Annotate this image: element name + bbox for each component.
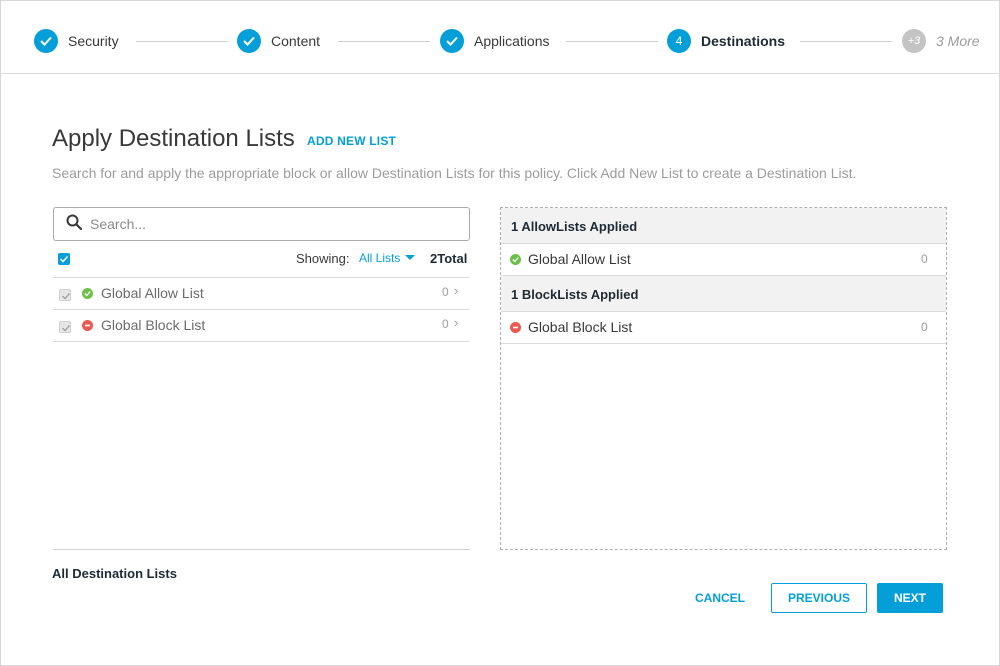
- step-label: Content: [271, 33, 321, 49]
- total-count: 2Total: [430, 251, 468, 266]
- add-new-list-link[interactable]: ADD NEW LIST: [307, 134, 396, 148]
- wizard-stepper: Security Content Applications 4 Destinat…: [0, 0, 1000, 74]
- chevron-right-icon[interactable]: ›: [454, 283, 458, 298]
- showing-label: Showing:: [296, 251, 350, 266]
- filter-dropdown[interactable]: All Lists: [359, 251, 400, 265]
- previous-button[interactable]: PREVIOUS: [771, 583, 867, 613]
- list-item-label: Global Allow List: [101, 285, 204, 301]
- caret-down-icon[interactable]: [405, 255, 415, 260]
- step-destinations[interactable]: 4 Destinations: [667, 28, 785, 54]
- check-icon: [34, 29, 58, 53]
- step-label: Destinations: [701, 33, 786, 49]
- step-number-badge: 4: [667, 29, 691, 53]
- applied-lists-panel: 1 AllowLists Applied Global Allow List 0…: [500, 207, 947, 550]
- all-destination-lists-label: All Destination Lists: [52, 566, 177, 581]
- cancel-button[interactable]: CANCEL: [683, 583, 757, 612]
- list-header: Showing: All Lists 2Total: [53, 246, 470, 278]
- next-button[interactable]: NEXT: [877, 583, 943, 613]
- applied-item-label: Global Block List: [528, 319, 633, 335]
- search-box[interactable]: [53, 207, 470, 241]
- divider: [53, 549, 470, 550]
- step-connector: [136, 41, 228, 42]
- more-steps-badge: +3: [902, 29, 926, 53]
- select-all-checkbox[interactable]: [58, 253, 70, 265]
- applied-list-item[interactable]: Global Block List 0: [501, 312, 946, 344]
- chevron-right-icon[interactable]: ›: [454, 315, 458, 330]
- applied-item-count: 0: [921, 320, 928, 334]
- allow-check-icon: [82, 288, 93, 299]
- applied-item-count: 0: [921, 252, 928, 266]
- allow-group-title: 1 AllowLists Applied: [511, 219, 638, 234]
- step-content[interactable]: Content: [237, 28, 320, 54]
- page-description: Search for and apply the appropriate blo…: [52, 165, 857, 181]
- row-checkbox[interactable]: [59, 321, 71, 333]
- step-label: Security: [68, 33, 119, 49]
- step-more[interactable]: +3 3 More: [902, 28, 980, 54]
- check-icon: [440, 29, 464, 53]
- list-item[interactable]: Global Allow List 0 ›: [53, 278, 470, 310]
- list-item-count: 0: [442, 285, 449, 299]
- list-item-label: Global Block List: [101, 317, 206, 333]
- row-checkbox[interactable]: [59, 289, 71, 301]
- allow-group-header: 1 AllowLists Applied: [501, 208, 946, 244]
- block-group-header: 1 BlockLists Applied: [501, 276, 946, 312]
- page-title: Apply Destination Lists: [52, 125, 295, 152]
- step-connector: [800, 41, 892, 42]
- block-group-title: 1 BlockLists Applied: [511, 287, 639, 302]
- applied-item-label: Global Allow List: [528, 251, 631, 267]
- step-connector: [338, 41, 430, 42]
- list-item-count: 0: [442, 317, 449, 331]
- list-item[interactable]: Global Block List 0 ›: [53, 310, 470, 342]
- search-input[interactable]: [90, 216, 450, 232]
- applied-list-item[interactable]: Global Allow List 0: [501, 244, 946, 276]
- step-applications[interactable]: Applications: [440, 28, 550, 54]
- block-minus-icon: [510, 322, 521, 333]
- block-minus-icon: [82, 320, 93, 331]
- search-icon: [66, 214, 83, 235]
- step-connector: [566, 41, 658, 42]
- allow-check-icon: [510, 254, 521, 265]
- step-label: Applications: [474, 33, 550, 49]
- step-label: 3 More: [936, 33, 980, 49]
- check-icon: [237, 29, 261, 53]
- step-security[interactable]: Security: [34, 28, 119, 54]
